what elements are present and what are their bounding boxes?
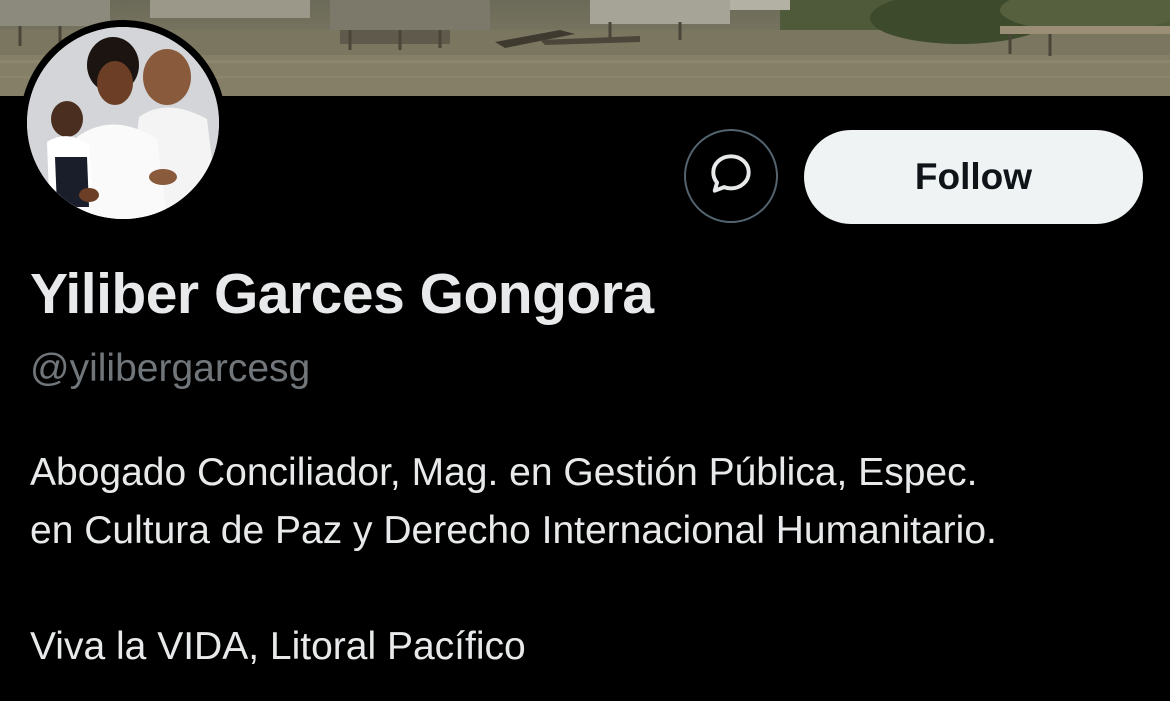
message-button[interactable] [684, 129, 778, 223]
profile-handle: @yilibergarcesg [30, 347, 311, 390]
bio-spacer [30, 560, 1150, 618]
profile-avatar[interactable] [20, 20, 226, 226]
follow-button[interactable]: Follow [804, 130, 1143, 224]
avatar-photo [27, 27, 219, 219]
profile-bio: Abogado Conciliador, Mag. en Gestión Púb… [30, 444, 1150, 676]
profile-display-name: Yiliber Garces Gongora [30, 262, 654, 326]
bio-line: Viva la VIDA, Litoral Pacífico [30, 625, 526, 668]
bio-line: Abogado Conciliador, Mag. en Gestión Púb… [30, 451, 978, 494]
chat-bubble-icon [706, 149, 756, 204]
bio-line: en Cultura de Paz y Derecho Internaciona… [30, 509, 997, 552]
